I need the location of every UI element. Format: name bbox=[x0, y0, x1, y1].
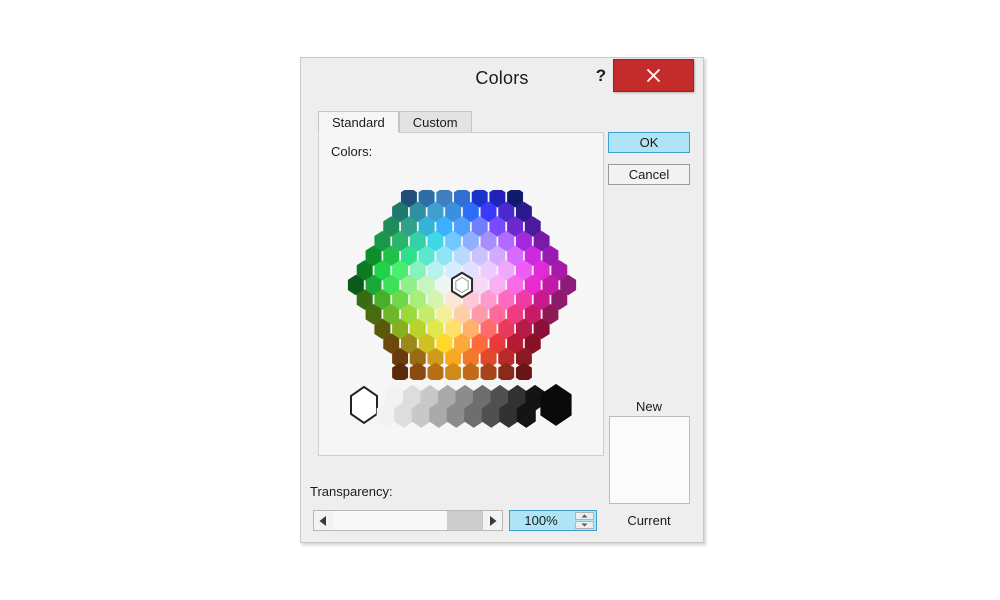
color-hexagon[interactable] bbox=[392, 362, 409, 383]
color-hexagon[interactable] bbox=[445, 362, 462, 383]
colors-dialog: Colors ? Standard Custom Colors: Transpa… bbox=[300, 57, 704, 543]
current-label: Current bbox=[627, 513, 671, 528]
triangle-up-icon[interactable] bbox=[575, 512, 594, 520]
selected-hexagon-inner bbox=[455, 276, 469, 294]
ok-button[interactable]: OK bbox=[608, 132, 690, 153]
transparency-slider[interactable] bbox=[313, 510, 503, 531]
help-icon[interactable]: ? bbox=[591, 65, 611, 87]
hexagon-wheel-svg[interactable] bbox=[347, 187, 577, 383]
preview-new-swatch bbox=[610, 417, 689, 460]
color-preview-box bbox=[609, 416, 690, 504]
color-hexagon[interactable] bbox=[409, 362, 426, 383]
tabstrip: Standard Custom bbox=[318, 110, 472, 133]
triangle-right-icon[interactable] bbox=[482, 511, 502, 530]
transparency-value[interactable]: 100% bbox=[510, 511, 572, 530]
preview-current-swatch bbox=[610, 460, 689, 503]
transparency-spinbox[interactable]: 100% bbox=[509, 510, 597, 531]
tab-standard[interactable]: Standard bbox=[318, 111, 399, 133]
slider-thumb[interactable] bbox=[447, 511, 483, 530]
color-hexagon[interactable] bbox=[462, 362, 479, 383]
tab-custom[interactable]: Custom bbox=[398, 111, 472, 133]
grayscale-row-svg[interactable] bbox=[347, 381, 577, 433]
color-hexagon[interactable] bbox=[427, 362, 444, 383]
spinner-buttons bbox=[575, 512, 594, 529]
dialog-titlebar: Colors ? bbox=[301, 58, 703, 104]
cancel-button[interactable]: Cancel bbox=[608, 164, 690, 185]
color-hexagon[interactable] bbox=[480, 362, 497, 383]
slider-track[interactable] bbox=[333, 511, 483, 530]
transparency-label: Transparency: bbox=[310, 484, 393, 499]
close-x-icon bbox=[614, 60, 693, 91]
new-label: New bbox=[635, 399, 662, 414]
color-hexagon[interactable] bbox=[515, 362, 532, 383]
color-hexagon[interactable] bbox=[498, 362, 515, 383]
grayscale-hexagon-row[interactable] bbox=[347, 381, 577, 433]
colors-label: Colors: bbox=[331, 144, 373, 159]
hexagon-color-wheel[interactable] bbox=[347, 187, 577, 383]
triangle-down-icon[interactable] bbox=[575, 521, 594, 529]
white-hexagon[interactable] bbox=[350, 385, 378, 425]
close-button[interactable] bbox=[613, 59, 694, 92]
colors-panel: Colors: bbox=[318, 132, 604, 456]
black-hexagon[interactable] bbox=[540, 383, 572, 426]
triangle-left-icon[interactable] bbox=[314, 511, 333, 530]
